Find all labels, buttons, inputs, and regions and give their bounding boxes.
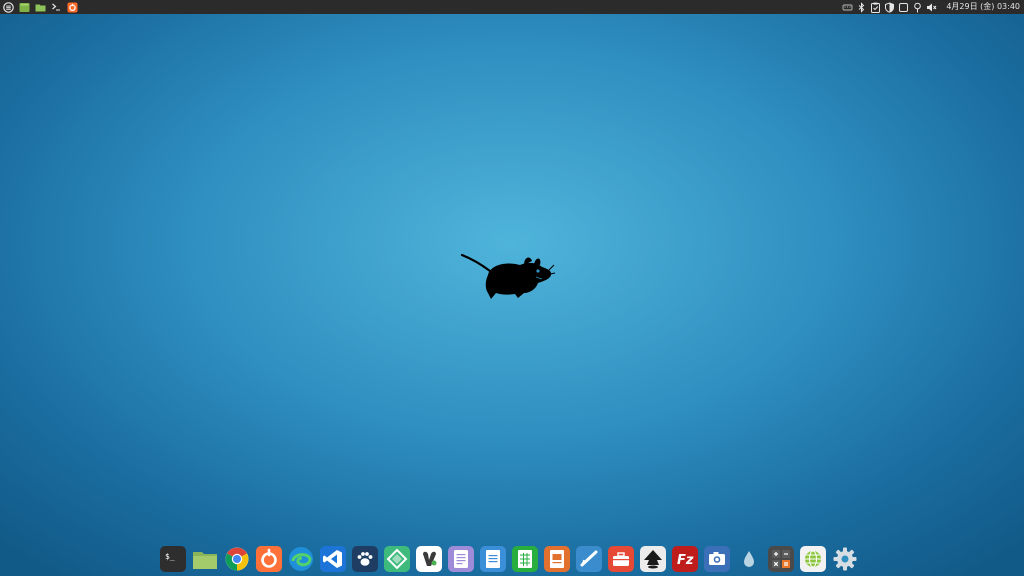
location-icon[interactable] (912, 2, 923, 13)
inkscape-icon[interactable] (640, 546, 666, 572)
firefox-icon[interactable] (256, 546, 282, 572)
notifications-icon[interactable] (898, 2, 909, 13)
terminal-icon[interactable]: $_ (160, 546, 186, 572)
top-panel: 4月29日 (金) 03:40 (0, 0, 1024, 14)
impress-icon[interactable] (544, 546, 570, 572)
edge-icon[interactable] (288, 546, 314, 572)
calculator-icon[interactable] (768, 546, 794, 572)
bluetooth-icon[interactable] (856, 1, 867, 13)
android-studio-icon[interactable] (384, 546, 410, 572)
chrome-icon[interactable] (224, 546, 250, 572)
web-browser-icon[interactable] (800, 546, 826, 572)
svg-text:$_: $_ (165, 552, 175, 561)
volume-icon[interactable] (926, 2, 937, 13)
folder-icon[interactable] (35, 2, 46, 13)
writer-icon[interactable] (480, 546, 506, 572)
panel-clock[interactable]: 4月29日 (金) 03:40 (946, 0, 1020, 14)
vscode-icon[interactable] (320, 546, 346, 572)
calc-icon[interactable] (512, 546, 538, 572)
toolbox-icon[interactable] (608, 546, 634, 572)
security-shield-icon[interactable] (884, 1, 895, 13)
clipboard-icon[interactable] (870, 2, 881, 13)
keyboard-layout-icon[interactable] (842, 2, 853, 13)
paw-app-icon[interactable] (352, 546, 378, 572)
desktop-mascot-mouse-icon (460, 253, 556, 299)
firefox-icon[interactable] (67, 2, 78, 13)
svg-text:Fz: Fz (677, 553, 694, 568)
color-picker-icon[interactable] (736, 546, 762, 572)
settings-icon[interactable] (832, 546, 858, 572)
file-manager-icon[interactable] (19, 2, 30, 13)
terminal-icon[interactable] (51, 2, 62, 13)
draw-icon[interactable] (576, 546, 602, 572)
text-editor-icon[interactable] (448, 546, 474, 572)
panel-launchers (0, 0, 78, 14)
application-dock: $_ Fz (160, 544, 864, 574)
filezilla-icon[interactable]: Fz (672, 546, 698, 572)
system-tray: 4月29日 (金) 03:40 (842, 0, 1024, 14)
files-icon[interactable] (192, 546, 218, 572)
gimp-icon[interactable] (416, 546, 442, 572)
applications-menu-icon[interactable] (3, 1, 14, 13)
screenshot-icon[interactable] (704, 546, 730, 572)
